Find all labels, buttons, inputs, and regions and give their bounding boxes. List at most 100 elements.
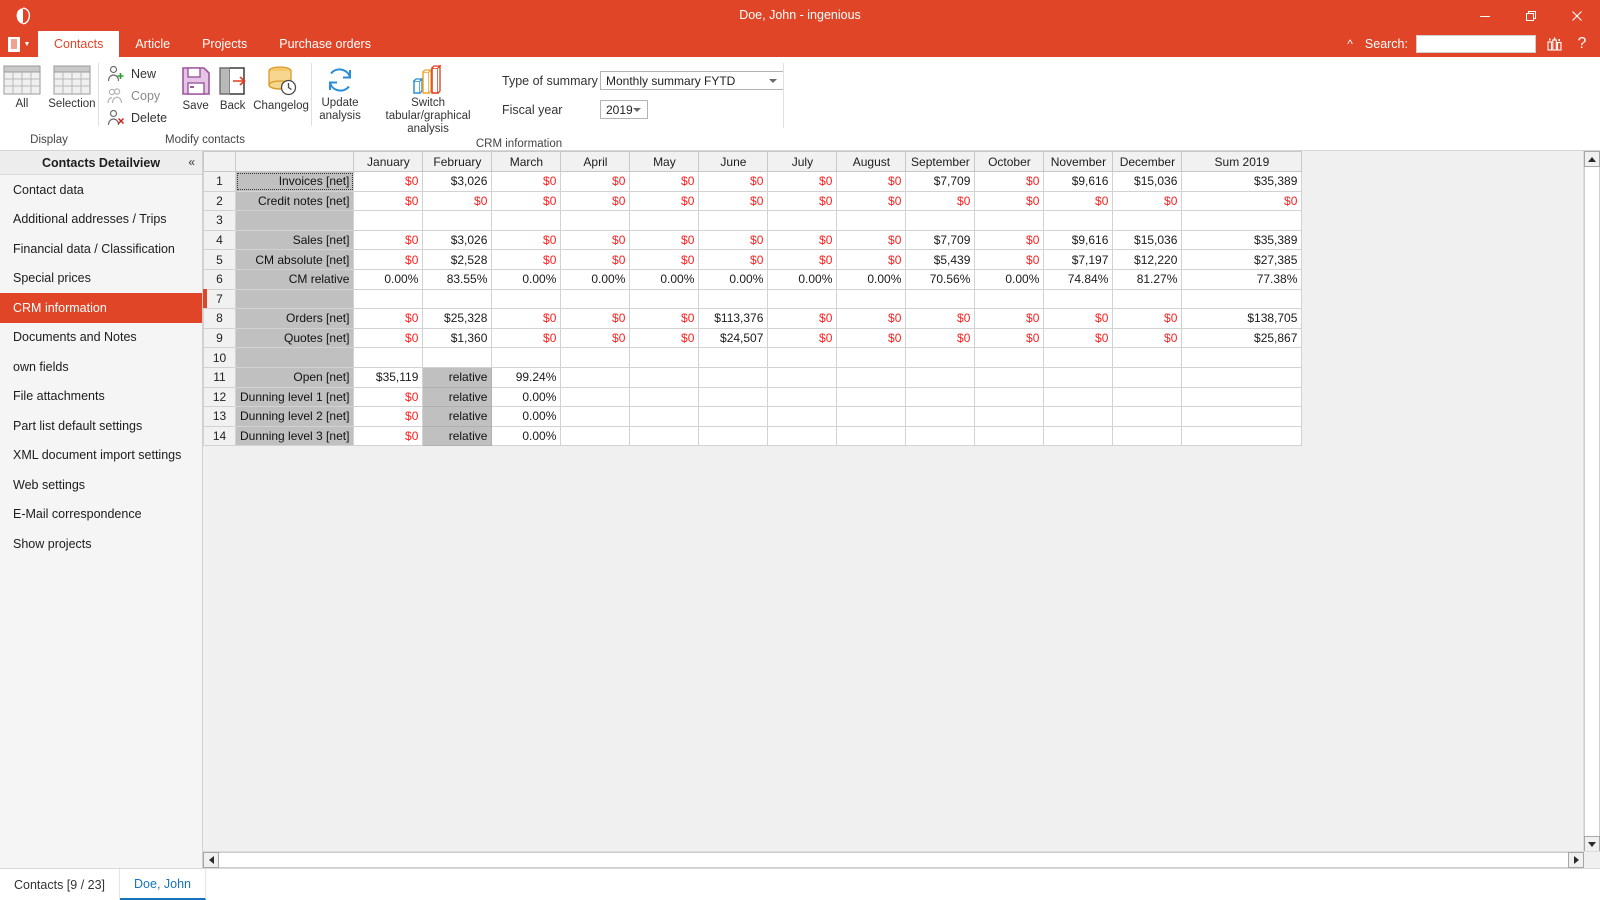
vertical-scrollbar[interactable] — [1583, 151, 1600, 852]
table-cell[interactable]: $35,119 — [354, 367, 423, 387]
table-cell[interactable] — [561, 211, 630, 231]
table-cell[interactable]: $3,026 — [423, 230, 492, 250]
table-cell[interactable] — [837, 407, 906, 427]
row-label[interactable]: Credit notes [net] — [236, 191, 354, 211]
table-cell[interactable] — [630, 289, 699, 309]
table-header-december[interactable]: December — [1113, 152, 1182, 172]
sidebar-item-crm-information[interactable]: CRM information — [0, 293, 202, 323]
table-cell[interactable] — [906, 426, 975, 446]
table-cell[interactable] — [975, 367, 1044, 387]
table-cell[interactable]: $0 — [837, 328, 906, 348]
table-cell[interactable]: $35,389 — [1182, 172, 1302, 192]
row-number[interactable]: 8 — [204, 309, 236, 329]
table-cell[interactable]: $0 — [561, 250, 630, 270]
copy-button[interactable]: Copy — [105, 85, 173, 106]
table-cell[interactable] — [492, 289, 561, 309]
table-cell[interactable]: $0 — [354, 172, 423, 192]
table-cell[interactable] — [1044, 426, 1113, 446]
table-header-january[interactable]: January — [354, 152, 423, 172]
scroll-right-button[interactable] — [1568, 852, 1584, 868]
table-row[interactable]: 9Quotes [net]$0$1,360$0$0$0$24,507$0$0$0… — [204, 328, 1302, 348]
table-cell[interactable]: $0 — [354, 191, 423, 211]
table-cell[interactable]: $0 — [975, 328, 1044, 348]
table-cell[interactable]: $0 — [492, 191, 561, 211]
file-menu-button[interactable]: ▼ — [0, 31, 38, 57]
table-cell[interactable]: $0 — [630, 328, 699, 348]
sidebar-item-financial-data-classification[interactable]: Financial data / Classification — [0, 234, 202, 264]
row-label[interactable]: Orders [net] — [236, 309, 354, 329]
table-row[interactable]: 10 — [204, 348, 1302, 368]
table-cell[interactable]: $2,528 — [423, 250, 492, 270]
table-cell[interactable] — [1044, 367, 1113, 387]
table-header-may[interactable]: May — [630, 152, 699, 172]
table-header-june[interactable]: June — [699, 152, 768, 172]
table-cell[interactable]: $0 — [768, 191, 837, 211]
table-cell[interactable] — [1182, 348, 1302, 368]
table-cell[interactable] — [354, 211, 423, 231]
table-row[interactable]: 2Credit notes [net]$0$0$0$0$0$0$0$0$0$0$… — [204, 191, 1302, 211]
table-cell[interactable]: 81.27% — [1113, 269, 1182, 289]
table-cell[interactable] — [699, 407, 768, 427]
bottom-tab-contacts[interactable]: Contacts [9 / 23] — [0, 869, 120, 900]
table-cell[interactable]: $0 — [1182, 191, 1302, 211]
row-label[interactable] — [236, 289, 354, 309]
table-cell[interactable]: $0 — [975, 172, 1044, 192]
table-cell[interactable] — [1044, 348, 1113, 368]
scroll-down-button[interactable] — [1584, 836, 1600, 852]
scroll-up-button[interactable] — [1584, 151, 1600, 167]
table-row[interactable]: 13Dunning level 2 [net]$0relative0.00% — [204, 407, 1302, 427]
table-cell[interactable] — [975, 348, 1044, 368]
table-cell[interactable]: $0 — [561, 230, 630, 250]
row-label[interactable] — [236, 211, 354, 231]
table-cell[interactable] — [1044, 211, 1113, 231]
table-cell[interactable] — [906, 348, 975, 368]
table-row[interactable]: 5CM absolute [net]$0$2,528$0$0$0$0$0$0$5… — [204, 250, 1302, 270]
display-all-button[interactable]: All — [0, 61, 44, 110]
table-cell[interactable]: relative — [423, 387, 492, 407]
fiscal-year-dropdown[interactable]: 2019 — [600, 100, 648, 119]
row-label[interactable] — [236, 348, 354, 368]
table-cell[interactable]: $7,709 — [906, 172, 975, 192]
tab-contacts[interactable]: Contacts — [38, 31, 119, 57]
table-cell[interactable]: $0 — [492, 230, 561, 250]
table-cell[interactable]: $9,616 — [1044, 172, 1113, 192]
table-cell[interactable]: 74.84% — [1044, 269, 1113, 289]
table-cell[interactable] — [837, 387, 906, 407]
table-cell[interactable]: $25,328 — [423, 309, 492, 329]
table-cell[interactable]: 99.24% — [492, 367, 561, 387]
table-cell[interactable]: 0.00% — [492, 426, 561, 446]
table-cell[interactable] — [906, 407, 975, 427]
type-of-summary-dropdown[interactable]: Monthly summary FYTD — [600, 71, 784, 90]
row-label[interactable]: Dunning level 3 [net] — [236, 426, 354, 446]
table-cell[interactable]: $0 — [699, 250, 768, 270]
table-cell[interactable]: $0 — [837, 191, 906, 211]
search-input-wrap[interactable] — [1416, 35, 1536, 53]
collapse-sidebar-icon[interactable]: « — [188, 155, 195, 169]
table-cell[interactable]: $0 — [906, 309, 975, 329]
table-cell[interactable]: $0 — [1113, 328, 1182, 348]
table-cell[interactable] — [423, 289, 492, 309]
table-cell[interactable]: 70.56% — [906, 269, 975, 289]
tab-article[interactable]: Article — [119, 31, 186, 57]
row-number[interactable]: 12 — [204, 387, 236, 407]
row-label[interactable]: Dunning level 2 [net] — [236, 407, 354, 427]
sidebar-item-special-prices[interactable]: Special prices — [0, 264, 202, 294]
table-cell[interactable]: $0 — [630, 230, 699, 250]
table-cell[interactable]: $0 — [906, 328, 975, 348]
sidebar-item-e-mail-correspondence[interactable]: E-Mail correspondence — [0, 500, 202, 530]
table-cell[interactable] — [1113, 367, 1182, 387]
table-cell[interactable]: $0 — [492, 172, 561, 192]
table-cell[interactable]: $0 — [630, 250, 699, 270]
table-cell[interactable]: $0 — [492, 250, 561, 270]
row-number[interactable]: 6 — [204, 269, 236, 289]
sidebar-item-xml-document-import-settings[interactable]: XML document import settings — [0, 441, 202, 471]
table-cell[interactable] — [699, 211, 768, 231]
table-cell[interactable]: $0 — [768, 250, 837, 270]
table-cell[interactable]: $0 — [561, 328, 630, 348]
table-cell[interactable]: $0 — [1044, 328, 1113, 348]
table-cell[interactable] — [630, 367, 699, 387]
table-header-august[interactable]: August — [837, 152, 906, 172]
row-number[interactable]: 7 — [204, 289, 236, 309]
table-cell[interactable] — [906, 387, 975, 407]
collapse-ribbon-icon[interactable]: ^ — [1343, 37, 1357, 51]
